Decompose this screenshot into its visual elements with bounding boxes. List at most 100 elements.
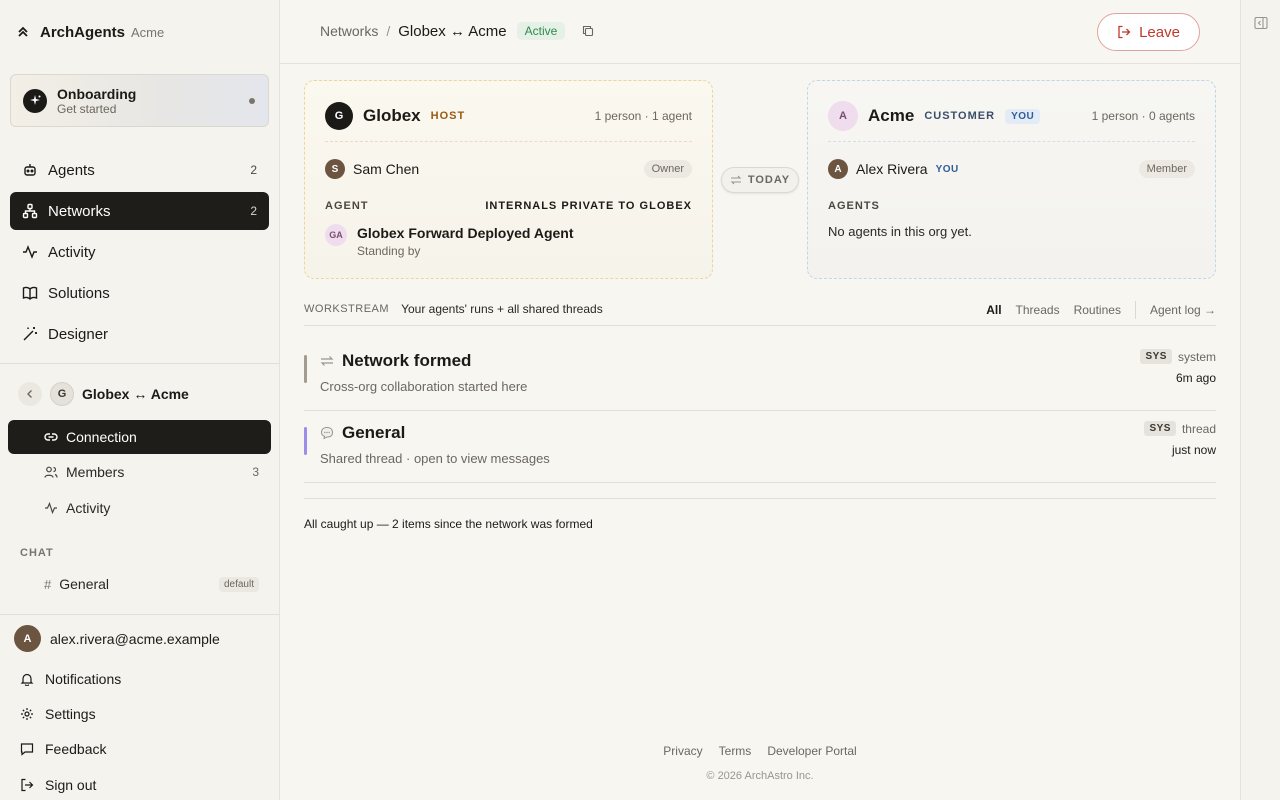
nav-count: 2 xyxy=(250,204,257,218)
brand-name: ArchAgents xyxy=(40,23,126,41)
avatar: A xyxy=(14,625,41,652)
panel-toggle-icon[interactable] xyxy=(1254,16,1268,30)
privacy-link[interactable]: Privacy xyxy=(663,744,702,758)
card-header: G Globex HOST 1 person · 1 agent xyxy=(325,101,692,131)
link-icon xyxy=(44,430,58,444)
onboarding-title: Onboarding xyxy=(57,85,137,102)
developer-portal-link[interactable]: Developer Portal xyxy=(767,744,856,758)
member-role: Member xyxy=(1138,160,1195,178)
users-icon xyxy=(44,465,58,479)
item-accent-bar xyxy=(304,427,307,455)
gear-icon xyxy=(20,707,34,721)
member-row: S Sam Chen Owner xyxy=(325,158,692,180)
nav-sign-out[interactable]: Sign out xyxy=(20,777,96,793)
network-icon xyxy=(22,203,38,219)
chat-section-label: CHAT xyxy=(20,547,54,559)
breadcrumb: Networks / Globex ↔ Acme Active xyxy=(320,22,595,40)
you-badge: YOU xyxy=(935,163,959,175)
avatar: S xyxy=(325,159,345,179)
terms-link[interactable]: Terms xyxy=(719,744,752,758)
chat-channel-general[interactable]: # General default xyxy=(8,572,271,596)
onboarding-card[interactable]: Onboarding Get started xyxy=(10,74,269,127)
sys-badge: SYS xyxy=(1140,349,1172,364)
section-label: AGENTS xyxy=(828,200,880,212)
sidebar-divider xyxy=(0,363,279,364)
member-row: A Alex Rivera YOU Member xyxy=(828,158,1195,180)
subnav-count: 3 xyxy=(252,465,259,479)
book-icon xyxy=(22,285,38,301)
copy-icon[interactable] xyxy=(581,24,595,38)
host-org-card: G Globex HOST 1 person · 1 agent S Sam C… xyxy=(304,80,713,279)
nav-solutions[interactable]: Solutions xyxy=(10,274,269,312)
channel-tag: default xyxy=(218,576,259,592)
hash-icon: # xyxy=(44,576,52,592)
subnav-members[interactable]: Members 3 xyxy=(8,455,271,489)
item-kind: thread xyxy=(1181,421,1216,436)
back-button[interactable] xyxy=(18,382,42,406)
agent-row[interactable]: GA Globex Forward Deployed Agent Standin… xyxy=(325,224,692,260)
brand[interactable]: ArchAgents Acme xyxy=(16,20,164,44)
footer-nav-label: Sign out xyxy=(45,777,97,793)
card-header: A Acme CUSTOMER YOU 1 person · 0 agents xyxy=(828,101,1195,131)
list-item[interactable]: General Shared thread · open to view mes… xyxy=(304,411,1216,483)
org-name: Globex xyxy=(363,106,421,125)
brand-logo-icon xyxy=(16,25,30,39)
org-meta: 1 person · 0 agents xyxy=(1091,109,1195,123)
agent-status: Standing by xyxy=(357,244,421,258)
member-name: Sam Chen xyxy=(353,161,420,177)
breadcrumb-root[interactable]: Networks xyxy=(320,23,378,39)
sparkle-icon xyxy=(23,88,47,113)
avatar: A xyxy=(828,159,848,179)
subnav-connection[interactable]: Connection xyxy=(8,420,271,454)
tab-threads[interactable]: Threads xyxy=(1016,303,1060,317)
member-name: Alex Rivera xyxy=(856,161,928,177)
swap-icon xyxy=(320,356,334,366)
org-avatar: A xyxy=(828,101,858,131)
subnav-activity[interactable]: Activity xyxy=(8,491,271,525)
list-item[interactable]: Network formed Cross-org collaboration s… xyxy=(304,339,1216,411)
org-avatar: G xyxy=(325,102,353,130)
network-title: Globex ↔ Acme xyxy=(82,386,189,402)
message-square-icon xyxy=(20,742,34,756)
nav-notifications[interactable]: Notifications xyxy=(20,671,121,687)
sidebar-divider xyxy=(0,614,279,615)
footer-nav-label: Feedback xyxy=(45,741,107,757)
nav-designer[interactable]: Designer xyxy=(10,315,269,353)
nav-networks[interactable]: Networks 2 xyxy=(10,192,269,230)
workstream-tabs: All Threads Routines Agent log → xyxy=(986,301,1216,319)
item-time: just now xyxy=(1171,443,1216,457)
chat-bubble-icon xyxy=(320,426,334,440)
user-email: alex.rivera@acme.example xyxy=(50,630,220,647)
item-subtitle: Cross-org collaboration started here xyxy=(320,379,528,394)
agent-avatar: GA xyxy=(325,224,347,246)
nav-feedback[interactable]: Feedback xyxy=(20,741,106,757)
privacy-note: INTERNALS PRIVATE TO GLOBEX xyxy=(485,200,692,212)
subnav-label: Connection xyxy=(66,429,137,445)
sign-out-icon xyxy=(20,778,34,792)
user-account[interactable]: A alex.rivera@acme.example xyxy=(14,625,220,652)
onboarding-subtitle: Get started xyxy=(57,101,117,116)
workstream-header: WORKSTREAM Your agents' runs + all share… xyxy=(304,300,1216,326)
item-kind: system xyxy=(1177,349,1216,364)
robot-icon xyxy=(22,162,38,178)
status-badge: Active xyxy=(516,22,566,40)
nav-label: Networks xyxy=(48,202,111,220)
member-role: Owner xyxy=(643,160,692,178)
section-label: AGENT xyxy=(325,200,369,212)
chat-channel-label: General xyxy=(59,576,110,592)
tab-routines[interactable]: Routines xyxy=(1074,303,1121,317)
agent-log-link[interactable]: Agent log → xyxy=(1150,303,1216,317)
leave-button[interactable]: Leave xyxy=(1097,13,1200,51)
nav-agents[interactable]: Agents 2 xyxy=(10,151,269,189)
divider xyxy=(325,141,692,142)
topbar: Networks / Globex ↔ Acme Active Leave xyxy=(280,0,1240,64)
footer-nav-label: Settings xyxy=(45,706,96,722)
nav-label: Agents xyxy=(48,161,95,179)
tab-all[interactable]: All xyxy=(986,303,1001,317)
nav-activity[interactable]: Activity xyxy=(10,233,269,271)
nav-settings[interactable]: Settings xyxy=(20,706,96,722)
org-role-badge: CUSTOMER xyxy=(924,110,996,122)
wand-icon xyxy=(22,326,38,342)
empty-agents-text: No agents in this org yet. xyxy=(828,224,972,239)
divider xyxy=(828,141,1195,142)
